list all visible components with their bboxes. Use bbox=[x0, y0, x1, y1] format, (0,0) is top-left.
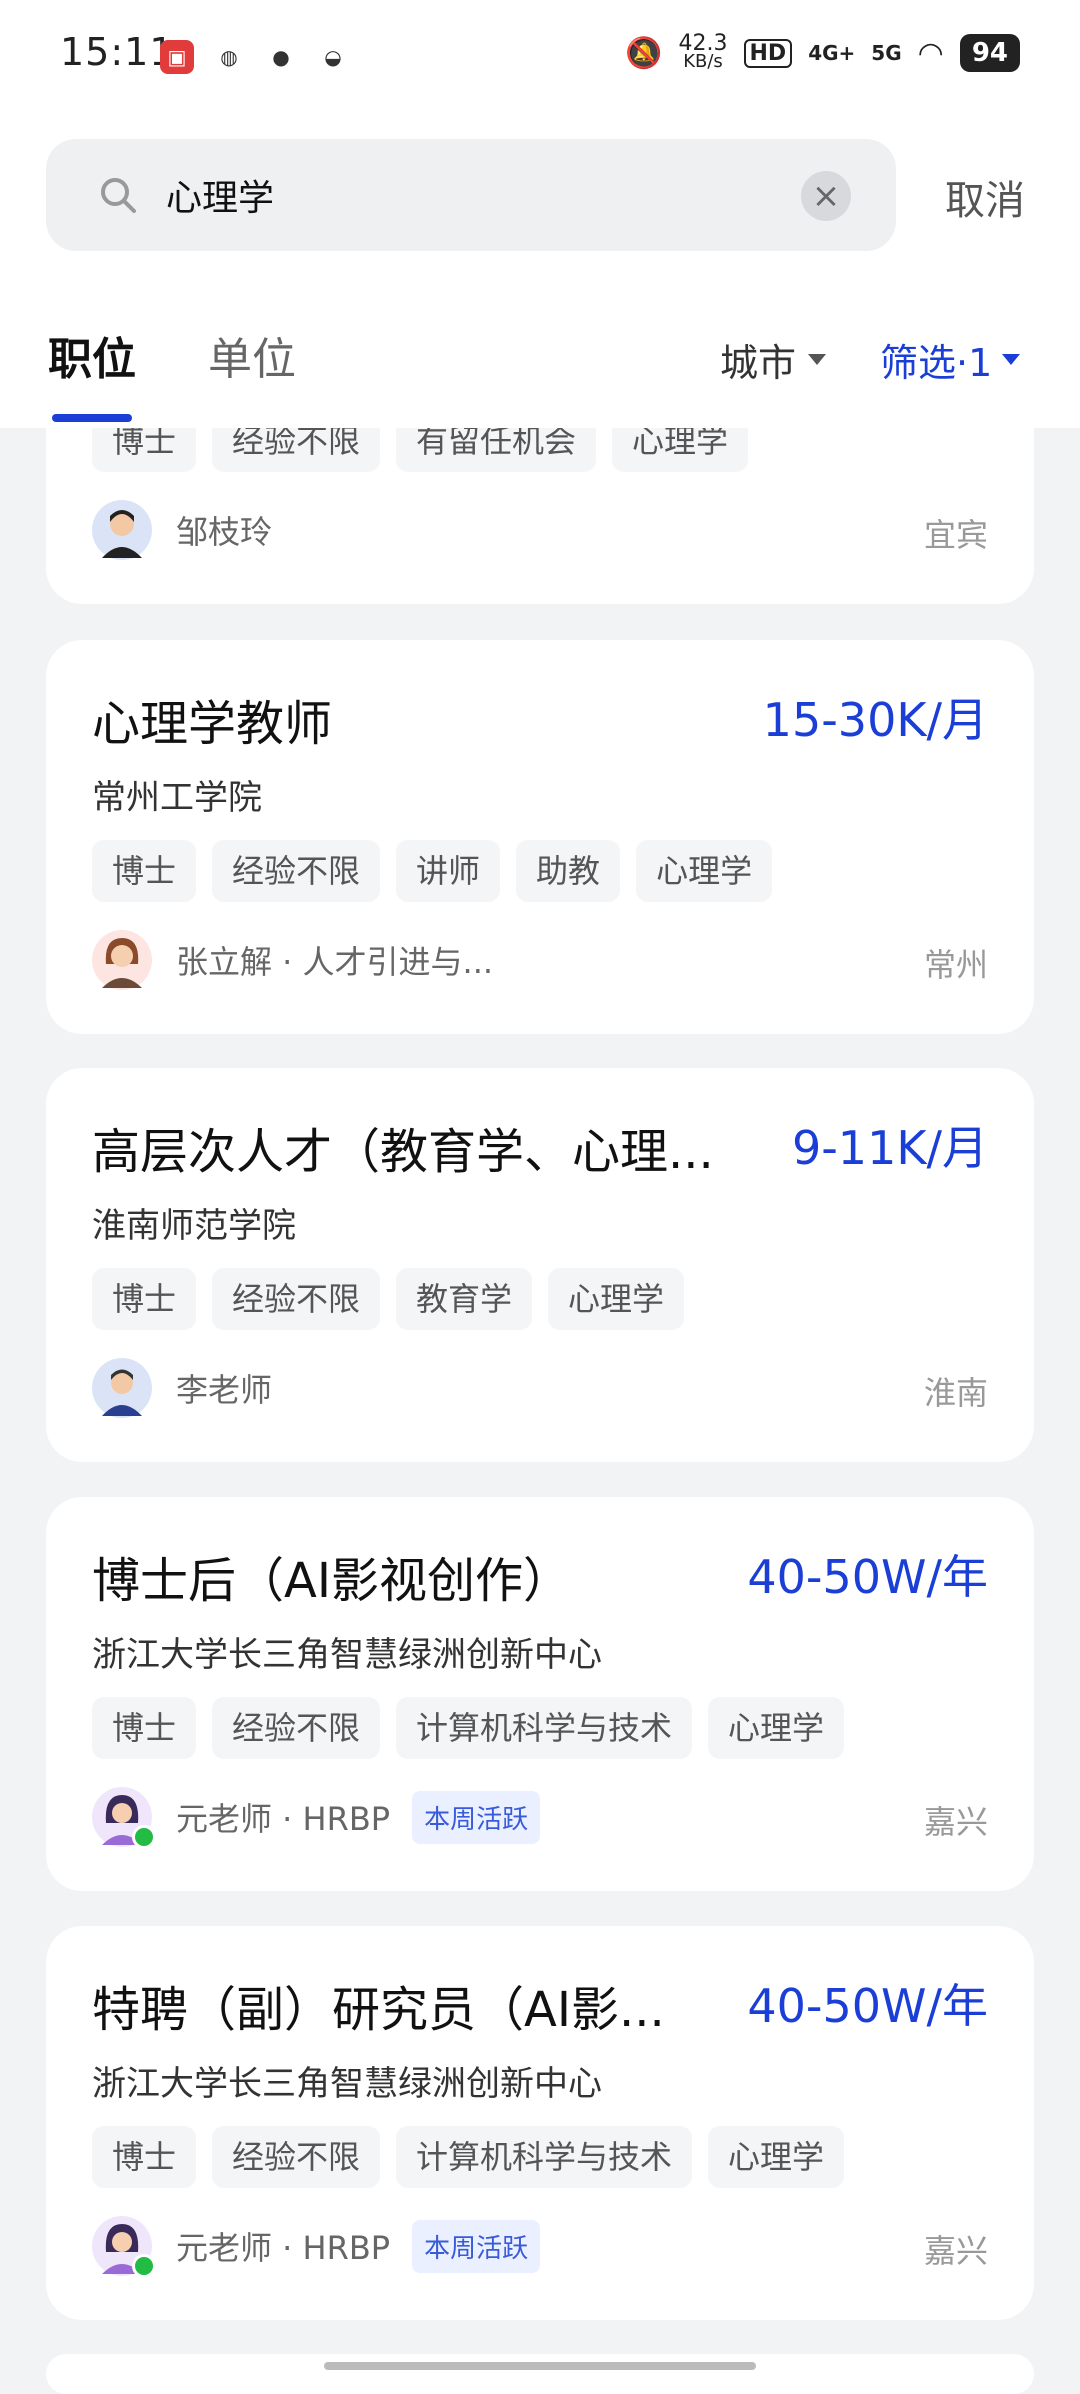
recruiter-name: 元老师 · HRBP bbox=[176, 1800, 391, 1838]
filter-button[interactable]: 筛选·1 bbox=[880, 332, 1021, 387]
job-card[interactable]: 特聘（副）研究员（AI影... 40-50W/年 浙江大学长三角智慧绿洲创新中心… bbox=[46, 1926, 1034, 2320]
signal-5g-icon: 5G bbox=[871, 41, 902, 65]
job-salary: 9-11K/月 bbox=[791, 1121, 988, 1175]
avatar bbox=[92, 1358, 152, 1418]
hd-icon: HD bbox=[743, 38, 793, 68]
wechat-icon: ◍ bbox=[220, 45, 238, 69]
tag: 博士 bbox=[92, 1268, 197, 1330]
search-input[interactable]: 心理学 × bbox=[46, 139, 896, 251]
job-salary: 15-30K/月 bbox=[762, 693, 988, 747]
job-title: 博士后（AI影视创作） bbox=[92, 1553, 571, 1609]
online-status-dot bbox=[132, 1825, 156, 1849]
company-name: 浙江大学长三角智慧绿洲创新中心 bbox=[92, 1635, 602, 1675]
recruiter-info: 张立解 · 人才引进与... bbox=[92, 930, 493, 990]
status-bar: 15:11 ▣ ◍ ● ◒ 🔕 42.3 KB/s HD 4G+ 5G ◠ 94 bbox=[0, 0, 1080, 120]
status-right: 🔕 42.3 KB/s HD 4G+ 5G ◠ 94 bbox=[625, 31, 1020, 72]
tag-list: 博士 经验不限 讲师 助教 心理学 bbox=[92, 840, 773, 902]
job-salary: 40-50W/年 bbox=[747, 1550, 988, 1604]
tag: 博士 bbox=[92, 840, 197, 902]
active-badge: 本周活跃 bbox=[412, 2219, 541, 2273]
tag: 教育学 bbox=[396, 1268, 533, 1330]
search-icon bbox=[101, 178, 136, 213]
tag-list: 博士 经验不限 教育学 心理学 bbox=[92, 1268, 685, 1330]
top-header: 15:11 ▣ ◍ ● ◒ 🔕 42.3 KB/s HD 4G+ 5G ◠ 94… bbox=[0, 0, 1080, 428]
wifi-icon: ◠ bbox=[917, 35, 944, 71]
tag: 经验不限 bbox=[212, 1697, 381, 1759]
tag: 心理学 bbox=[548, 1268, 685, 1330]
app-notification-icon: ▣ bbox=[160, 40, 194, 74]
cat-app-icon: ◒ bbox=[324, 45, 342, 69]
job-city: 嘉兴 bbox=[923, 2232, 988, 2270]
job-card-next[interactable] bbox=[46, 2354, 1034, 2394]
tag: 计算机科学与技术 bbox=[396, 1697, 693, 1759]
tag-list: 博士 经验不限 计算机科学与技术 心理学 bbox=[92, 1697, 845, 1759]
home-indicator[interactable] bbox=[324, 2362, 756, 2370]
company-name: 浙江大学长三角智慧绿洲创新中心 bbox=[92, 2064, 602, 2104]
job-card[interactable]: 心理学教师 15-30K/月 常州工学院 博士 经验不限 讲师 助教 心理学 张… bbox=[46, 640, 1034, 1034]
net-speed: 42.3 KB/s bbox=[678, 31, 728, 72]
recruiter-name: 李老师 bbox=[176, 1371, 273, 1409]
avatar bbox=[92, 500, 152, 560]
chevron-down-icon bbox=[808, 354, 827, 365]
job-salary: 40-50W/年 bbox=[747, 1979, 988, 2033]
notification-icons: ▣ ◍ ● ◒ bbox=[160, 40, 350, 74]
tab-positions[interactable]: 职位 bbox=[48, 323, 136, 387]
chevron-down-icon bbox=[1002, 354, 1021, 365]
tag: 博士 bbox=[92, 2126, 197, 2188]
tag: 经验不限 bbox=[212, 840, 381, 902]
recruiter-info: 元老师 · HRBP 本周活跃 bbox=[92, 1787, 541, 1849]
recruiter-info: 元老师 · HRBP 本周活跃 bbox=[92, 2216, 541, 2278]
tag: 经验不限 bbox=[212, 2126, 381, 2188]
company-name: 淮南师范学院 bbox=[92, 1206, 296, 1246]
online-status-dot bbox=[132, 2254, 156, 2278]
tag: 计算机科学与技术 bbox=[396, 2126, 693, 2188]
tag: 助教 bbox=[516, 840, 621, 902]
tag: 心理学 bbox=[708, 2126, 845, 2188]
tag: 讲师 bbox=[396, 840, 501, 902]
job-city: 淮南 bbox=[923, 1374, 988, 1412]
tab-employers[interactable]: 单位 bbox=[208, 323, 296, 387]
signal-4g-icon: 4G+ bbox=[808, 41, 856, 65]
tag: 心理学 bbox=[636, 840, 773, 902]
tag-list: 博士 经验不限 计算机科学与技术 心理学 bbox=[92, 2126, 845, 2188]
recruiter-name: 元老师 · HRBP bbox=[176, 2229, 391, 2267]
recruiter-name: 邹枝玲 bbox=[176, 513, 273, 551]
tag: 博士 bbox=[92, 1697, 197, 1759]
avatar-woman-icon bbox=[102, 938, 142, 988]
avatar bbox=[92, 930, 152, 990]
job-city: 宜宾 bbox=[923, 516, 988, 554]
job-city: 常州 bbox=[923, 946, 988, 984]
tag: 心理学 bbox=[708, 1697, 845, 1759]
company-name: 常州工学院 bbox=[92, 778, 262, 818]
tag: 经验不限 bbox=[212, 1268, 381, 1330]
clear-search-icon[interactable]: × bbox=[801, 171, 851, 221]
mute-bell-icon: 🔕 bbox=[625, 35, 663, 71]
active-badge: 本周活跃 bbox=[412, 1790, 541, 1844]
avatar-man-icon bbox=[102, 1369, 142, 1416]
job-city: 嘉兴 bbox=[923, 1803, 988, 1841]
recruiter-name: 张立解 · 人才引进与... bbox=[176, 943, 494, 981]
battery-indicator: 94 bbox=[959, 34, 1020, 72]
recruiter-info: 邹枝玲 bbox=[92, 500, 272, 560]
avatar bbox=[92, 2216, 156, 2278]
search-query: 心理学 bbox=[166, 178, 275, 219]
job-title: 心理学教师 bbox=[92, 696, 333, 752]
message-icon: ● bbox=[272, 45, 290, 69]
job-title: 高层次人才（教育学、心理... bbox=[92, 1124, 714, 1180]
status-time: 15:11 bbox=[60, 30, 175, 74]
job-title: 特聘（副）研究员（AI影... bbox=[92, 1982, 665, 2038]
cancel-button[interactable]: 取消 bbox=[945, 168, 1025, 226]
active-tab-indicator bbox=[52, 414, 132, 422]
recruiter-info: 李老师 bbox=[92, 1358, 272, 1418]
city-filter-button[interactable]: 城市 bbox=[720, 332, 827, 387]
job-card[interactable]: 高层次人才（教育学、心理... 9-11K/月 淮南师范学院 博士 经验不限 教… bbox=[46, 1068, 1034, 1462]
city-filter-label: 城市 bbox=[720, 341, 797, 385]
avatar bbox=[92, 1787, 156, 1849]
avatar-man-icon bbox=[102, 510, 142, 558]
filter-label: 筛选·1 bbox=[880, 341, 993, 385]
job-card[interactable]: 博士后（AI影视创作） 40-50W/年 浙江大学长三角智慧绿洲创新中心 博士 … bbox=[46, 1497, 1034, 1891]
